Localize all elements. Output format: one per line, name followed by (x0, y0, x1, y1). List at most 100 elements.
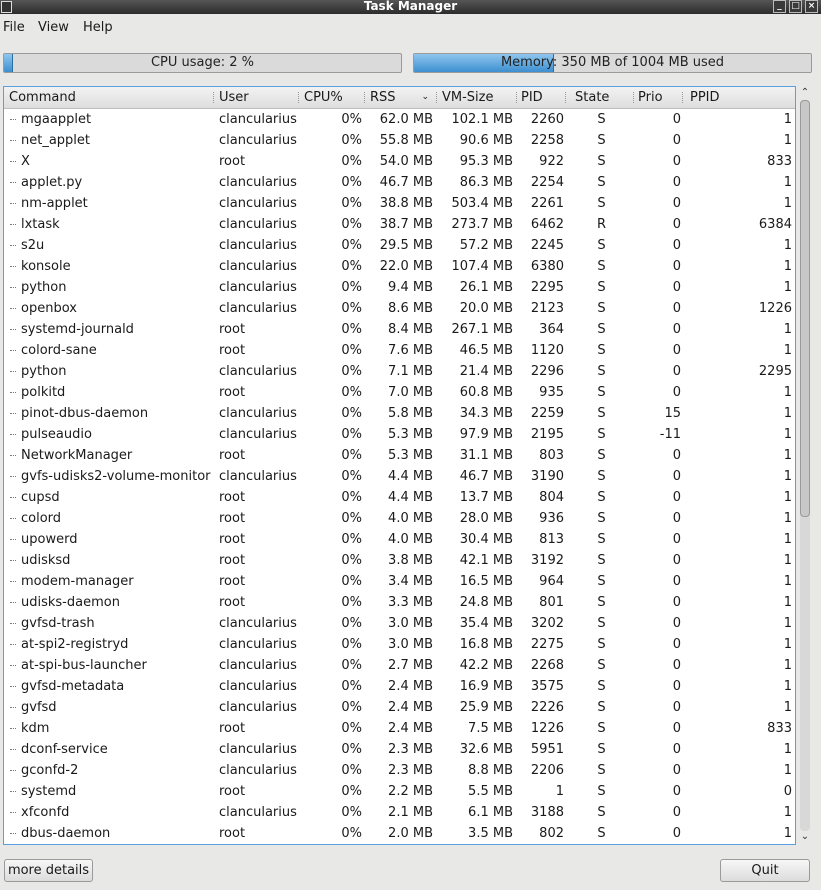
cell-user: clancularius (219, 427, 297, 442)
cell-rss: 2.4 MB (388, 679, 433, 694)
process-row[interactable]: kdm root 0% 2.4 MB 7.5 MB 1226 S 0 833 (4, 718, 795, 739)
process-row[interactable]: gvfsd clancularius 0% 2.4 MB 25.9 MB 2226 S 0 1 (4, 697, 795, 718)
cell-rss: 5.3 MB (388, 448, 433, 463)
cell-cpu: 0% (341, 217, 362, 232)
column-header-state[interactable]: State (570, 87, 634, 108)
menu-help[interactable]: Help (83, 20, 113, 35)
process-row[interactable]: pulseaudio clancularius 0% 5.3 MB 97.9 MB 219… (4, 424, 795, 445)
process-row[interactable]: net_applet clancularius 0% 55.8 MB 90.6 MB 22… (4, 130, 795, 151)
process-row[interactable]: dconf-service clancularius 0% 2.3 MB 32.6 MB… (4, 739, 795, 760)
process-row[interactable]: pinot-dbus-daemon clancularius 0% 5.8 MB 34.… (4, 403, 795, 424)
column-header-ppid[interactable]: PPID (685, 87, 795, 108)
cell-prio: 0 (672, 616, 681, 631)
scrollbar-track[interactable] (800, 100, 810, 831)
minimize-icon[interactable]: _ (773, 0, 786, 13)
menu-file[interactable]: File (3, 20, 25, 35)
process-row[interactable]: nm-applet clancularius 0% 38.8 MB 503.4 MB 22… (4, 193, 795, 214)
cell-prio: 0 (672, 469, 681, 484)
process-row[interactable]: lxtask clancularius 0% 38.7 MB 273.7 MB 6462 R… (4, 214, 795, 235)
cell-prio: 0 (672, 259, 681, 274)
process-row[interactable]: colord root 0% 4.0 MB 28.0 MB 936 S 0 1 (4, 508, 795, 529)
scroll-down-icon[interactable]: ⌄ (799, 831, 811, 843)
process-row[interactable]: udisksd root 0% 3.8 MB 42.1 MB 3192 S 0 1 (4, 550, 795, 571)
process-row[interactable]: xfconfd clancularius 0% 2.1 MB 6.1 MB 3188 S 0 1 (4, 802, 795, 823)
vertical-scrollbar[interactable]: ⌃ ⌄ (796, 86, 814, 845)
process-row[interactable]: konsole clancularius 0% 22.0 MB 107.4 MB 6380… (4, 256, 795, 277)
tree-line-icon (10, 140, 16, 141)
process-row[interactable]: udisks-daemon root 0% 3.3 MB 24.8 MB 801 S 0 1 (4, 592, 795, 613)
column-header-command[interactable]: Command (4, 87, 214, 108)
cell-vm-size: 16.8 MB (459, 637, 513, 652)
cell-rss: 55.8 MB (379, 133, 433, 148)
process-row[interactable]: systemd-journald root 0% 8.4 MB 267.1 MB 364 S… (4, 319, 795, 340)
more-details-button[interactable]: more details (4, 859, 93, 882)
cell-cpu: 0% (341, 301, 362, 316)
cell-user: clancularius (219, 616, 297, 631)
cell-command: nm-applet (21, 196, 88, 211)
column-separator[interactable] (565, 92, 566, 103)
column-header-user[interactable]: User (214, 87, 299, 108)
process-row[interactable]: python clancularius 0% 7.1 MB 21.4 MB 2296 S 0 2… (4, 361, 795, 382)
cell-cpu: 0% (341, 763, 362, 778)
process-row[interactable]: upowerd root 0% 4.0 MB 30.4 MB 813 S 0 1 (4, 529, 795, 550)
close-icon[interactable]: × (805, 0, 818, 13)
process-row[interactable]: modem-manager root 0% 3.4 MB 16.5 MB 964 S 0 1 (4, 571, 795, 592)
cell-state: S (597, 763, 606, 778)
cell-prio: 0 (672, 343, 681, 358)
menu-view[interactable]: View (38, 20, 69, 35)
tree-line-icon (10, 224, 16, 225)
process-row[interactable]: Xroot 0% 54.0 MB 95.3 MB 922 S 0 833 (4, 151, 795, 172)
cell-pid: 813 (539, 532, 564, 547)
process-row[interactable]: polkitd root 0% 7.0 MB 60.8 MB 935 S 0 1 (4, 382, 795, 403)
process-row[interactable]: gconfd-2 clancularius 0% 2.3 MB 8.8 MB 2206 S 0… (4, 760, 795, 781)
process-row[interactable]: systemd root 0% 2.2 MB 5.5 MB 1 S 0 0 (4, 781, 795, 802)
column-separator[interactable] (682, 92, 683, 103)
cell-pid: 1120 (530, 343, 564, 358)
cell-vm-size: 5.5 MB (468, 784, 513, 799)
tree-line-icon (10, 434, 16, 435)
process-row[interactable]: openbox clancularius 0% 8.6 MB 20.0 MB 2123 S 0… (4, 298, 795, 319)
tree-line-icon (10, 707, 16, 708)
process-row[interactable]: mgaapplet clancularius 0% 62.0 MB 102.1 MB 22… (4, 109, 795, 130)
process-row[interactable]: python clancularius 0% 9.4 MB 26.1 MB 2295 S 0 1 (4, 277, 795, 298)
cell-pid: 1226 (530, 721, 564, 736)
process-row[interactable]: gvfs-udisks2-volume-monitor clancularius 0… (4, 466, 795, 487)
scroll-up-icon[interactable]: ⌃ (799, 87, 811, 99)
process-row[interactable]: gvfsd-trash clancularius 0% 3.0 MB 35.4 MB 32… (4, 613, 795, 634)
cell-pid: 922 (539, 154, 564, 169)
cell-state: S (597, 238, 606, 253)
cell-ppid: 1 (783, 448, 792, 463)
scrollbar-thumb[interactable] (800, 100, 810, 517)
cell-rss: 4.0 MB (388, 511, 433, 526)
process-row[interactable]: dbus-daemon root 0% 2.0 MB 3.5 MB 802 S 0 1 (4, 823, 795, 844)
cell-prio: 0 (672, 133, 681, 148)
process-row[interactable]: colord-sane root 0% 7.6 MB 46.5 MB 1120 S 0 1 (4, 340, 795, 361)
cell-ppid: 1 (783, 742, 792, 757)
cell-user: root (219, 490, 246, 505)
maximize-icon[interactable]: □ (789, 0, 802, 13)
cell-ppid: 6384 (758, 217, 792, 232)
process-row[interactable]: at-spi2-registryd clancularius 0% 3.0 MB 16.… (4, 634, 795, 655)
cell-pid: 2275 (530, 637, 564, 652)
tree-line-icon (10, 728, 16, 729)
process-row[interactable]: gvfsd-metadata clancularius 0% 2.4 MB 16.9 M… (4, 676, 795, 697)
column-header-cpu[interactable]: CPU% (299, 87, 365, 108)
process-row[interactable]: NetworkManager root 0% 5.3 MB 31.1 MB 803 S 0 1 (4, 445, 795, 466)
cell-state: S (597, 679, 606, 694)
column-header-label: Command (9, 90, 76, 105)
cell-cpu: 0% (341, 595, 362, 610)
process-row[interactable]: applet.py clancularius 0% 46.7 MB 86.3 MB 225… (4, 172, 795, 193)
cell-state: S (597, 511, 606, 526)
cell-command: python (21, 280, 67, 295)
cell-rss: 3.0 MB (388, 637, 433, 652)
process-list[interactable]: Command User CPU% RSS ⌄ VM-Size PID State Prio PP… (3, 86, 796, 845)
column-header-vm-size[interactable]: VM-Size (437, 87, 517, 108)
column-header-pid[interactable]: PID (516, 87, 566, 108)
process-row[interactable]: cupsd root 0% 4.4 MB 13.7 MB 804 S 0 1 (4, 487, 795, 508)
column-header-prio[interactable]: Prio (633, 87, 683, 108)
process-row[interactable]: s2u clancularius 0% 29.5 MB 57.2 MB 2245 S 0 1 (4, 235, 795, 256)
column-header-rss[interactable]: RSS ⌄ (365, 87, 437, 108)
quit-button[interactable]: Quit (720, 859, 810, 882)
cell-prio: 0 (672, 490, 681, 505)
process-row[interactable]: at-spi-bus-launcher clancularius 0% 2.7 MB 4… (4, 655, 795, 676)
